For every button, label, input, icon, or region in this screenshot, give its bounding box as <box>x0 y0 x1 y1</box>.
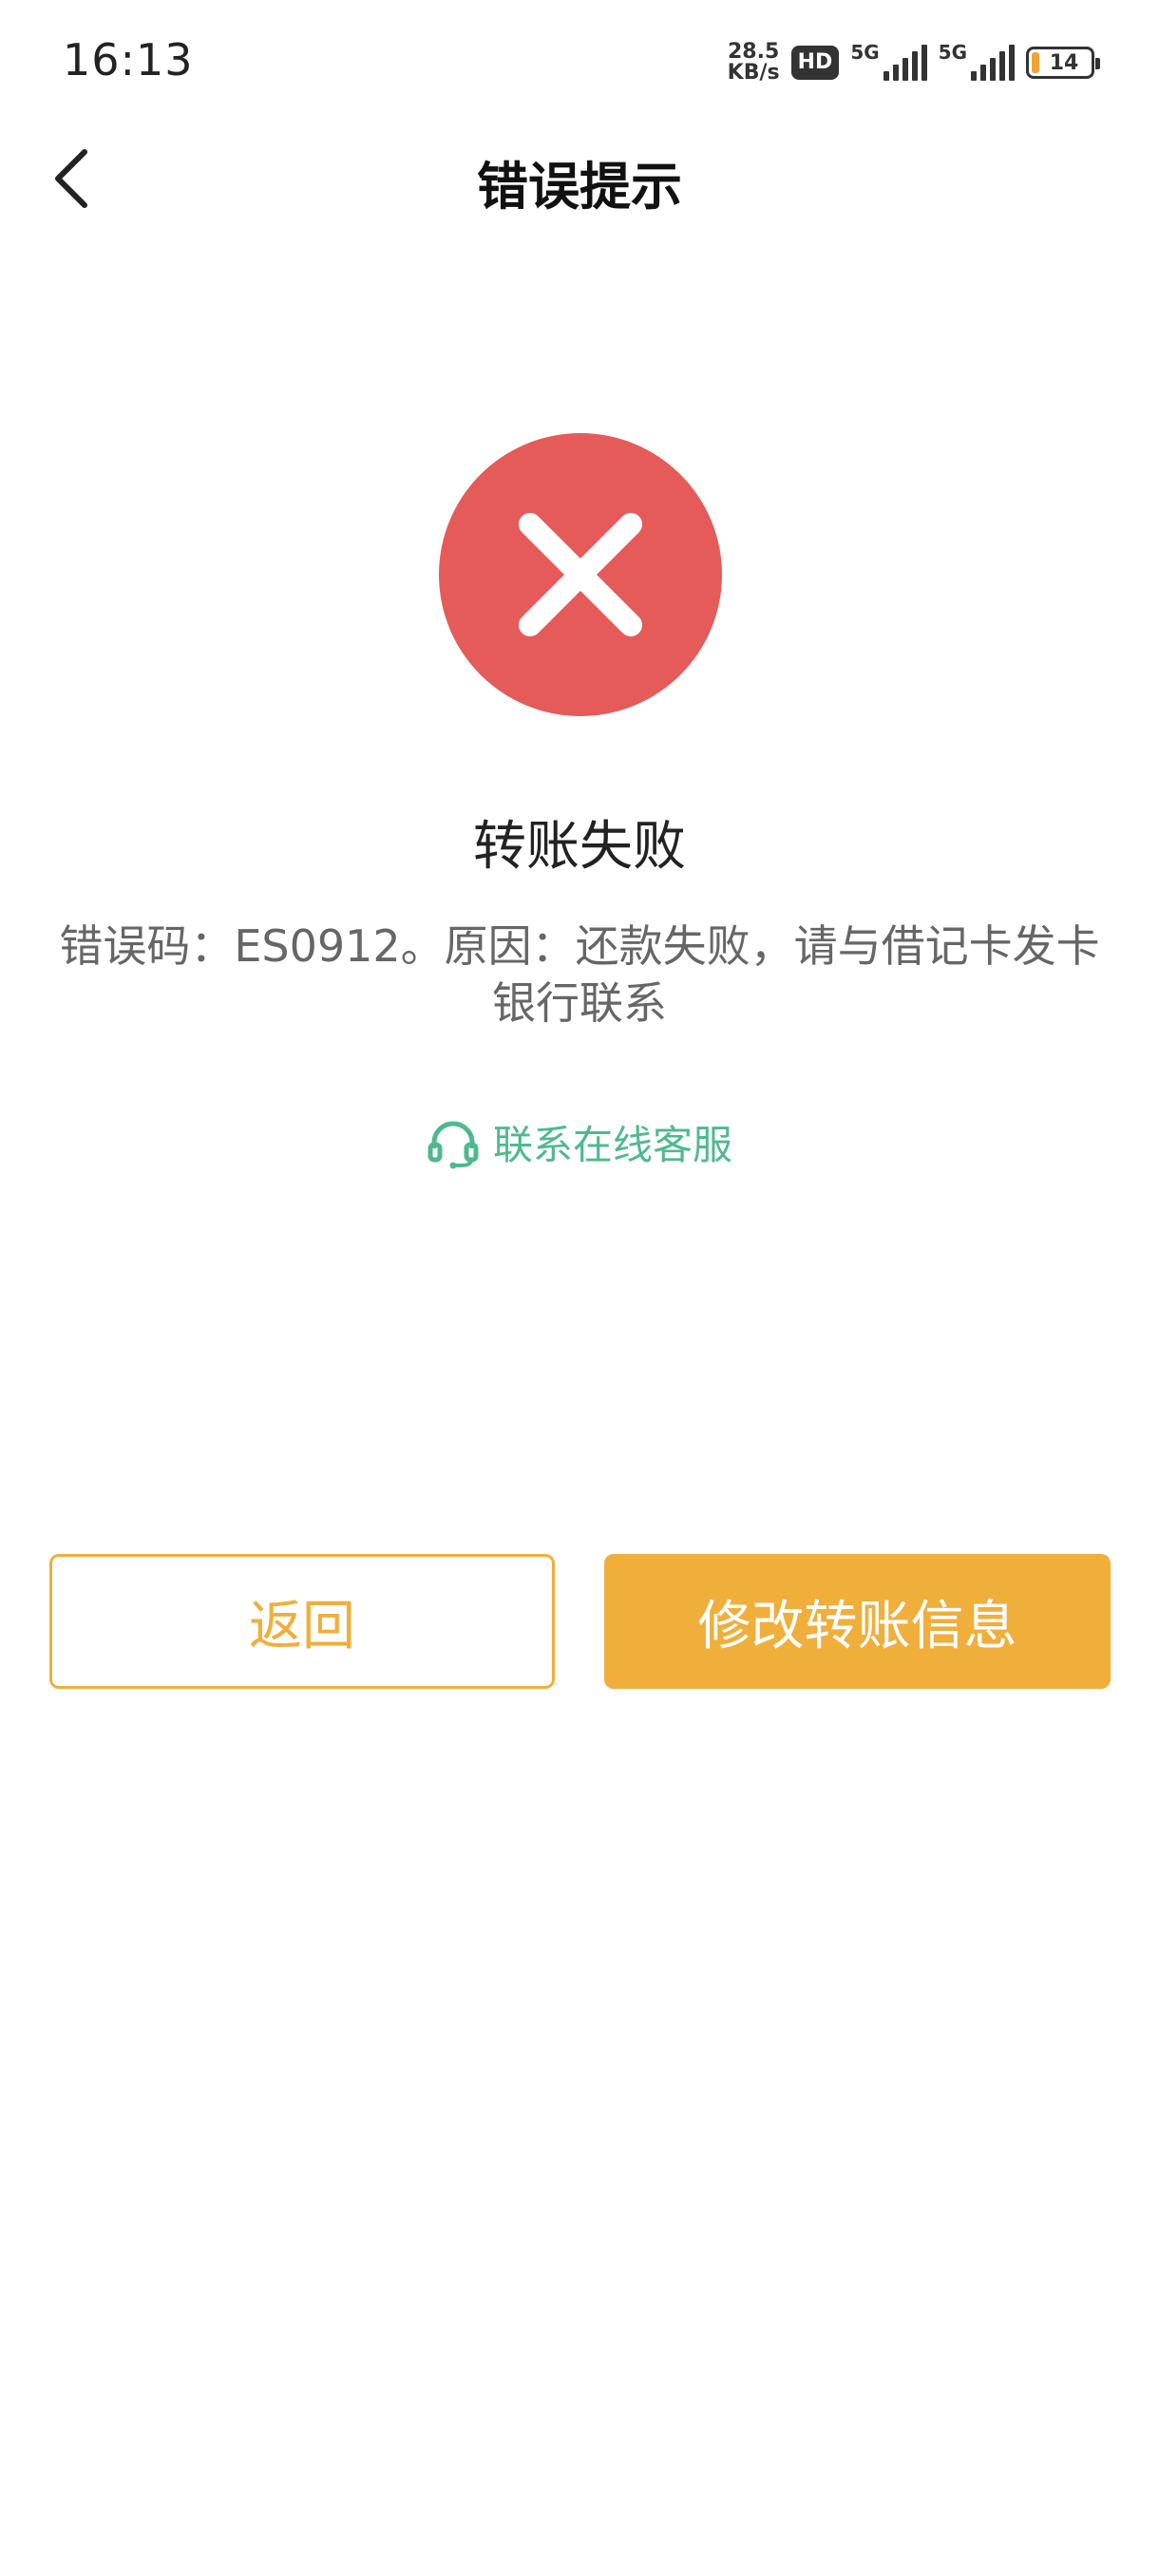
error-x-icon <box>439 433 722 716</box>
page-title: 错误提示 <box>477 157 682 217</box>
signal-5g-1: 5G <box>850 41 927 81</box>
signal-label-2: 5G <box>938 41 967 64</box>
signal-bars-icon <box>971 45 1015 81</box>
nav-bar: 错误提示 <box>0 123 1159 247</box>
back-action-button[interactable]: 返回 <box>49 1554 555 1689</box>
network-speed-value: 28.5 <box>728 40 780 64</box>
contact-service-link[interactable]: 联系在线客服 <box>0 1113 1159 1171</box>
hd-badge: HD <box>790 46 840 80</box>
network-speed: 28.5 KB/s <box>728 42 780 84</box>
battery-fill <box>1032 52 1039 73</box>
contact-service-label: 联系在线客服 <box>492 1122 732 1168</box>
signal-bars-icon <box>883 45 927 81</box>
result-title: 转账失败 <box>473 816 686 878</box>
signal-5g-2: 5G <box>939 41 1015 81</box>
battery-icon: 14 <box>1026 47 1100 79</box>
network-speed-unit: KB/s <box>727 61 780 85</box>
error-message: 错误码：ES0912。原因：还款失败，请与借记卡发卡银行联系 <box>59 920 1100 1029</box>
headset-icon <box>428 1121 479 1168</box>
modify-transfer-button[interactable]: 修改转账信息 <box>604 1554 1111 1689</box>
status-bar: 16:13 28.5 KB/s HD 5G 5G 14 <box>0 0 1159 123</box>
x-mark <box>519 513 642 636</box>
battery-level: 14 <box>1049 50 1079 75</box>
status-time: 16:13 <box>63 34 194 85</box>
signal-label-1: 5G <box>850 41 880 64</box>
status-indicators: 28.5 KB/s HD 5G 5G 14 <box>728 38 1100 87</box>
